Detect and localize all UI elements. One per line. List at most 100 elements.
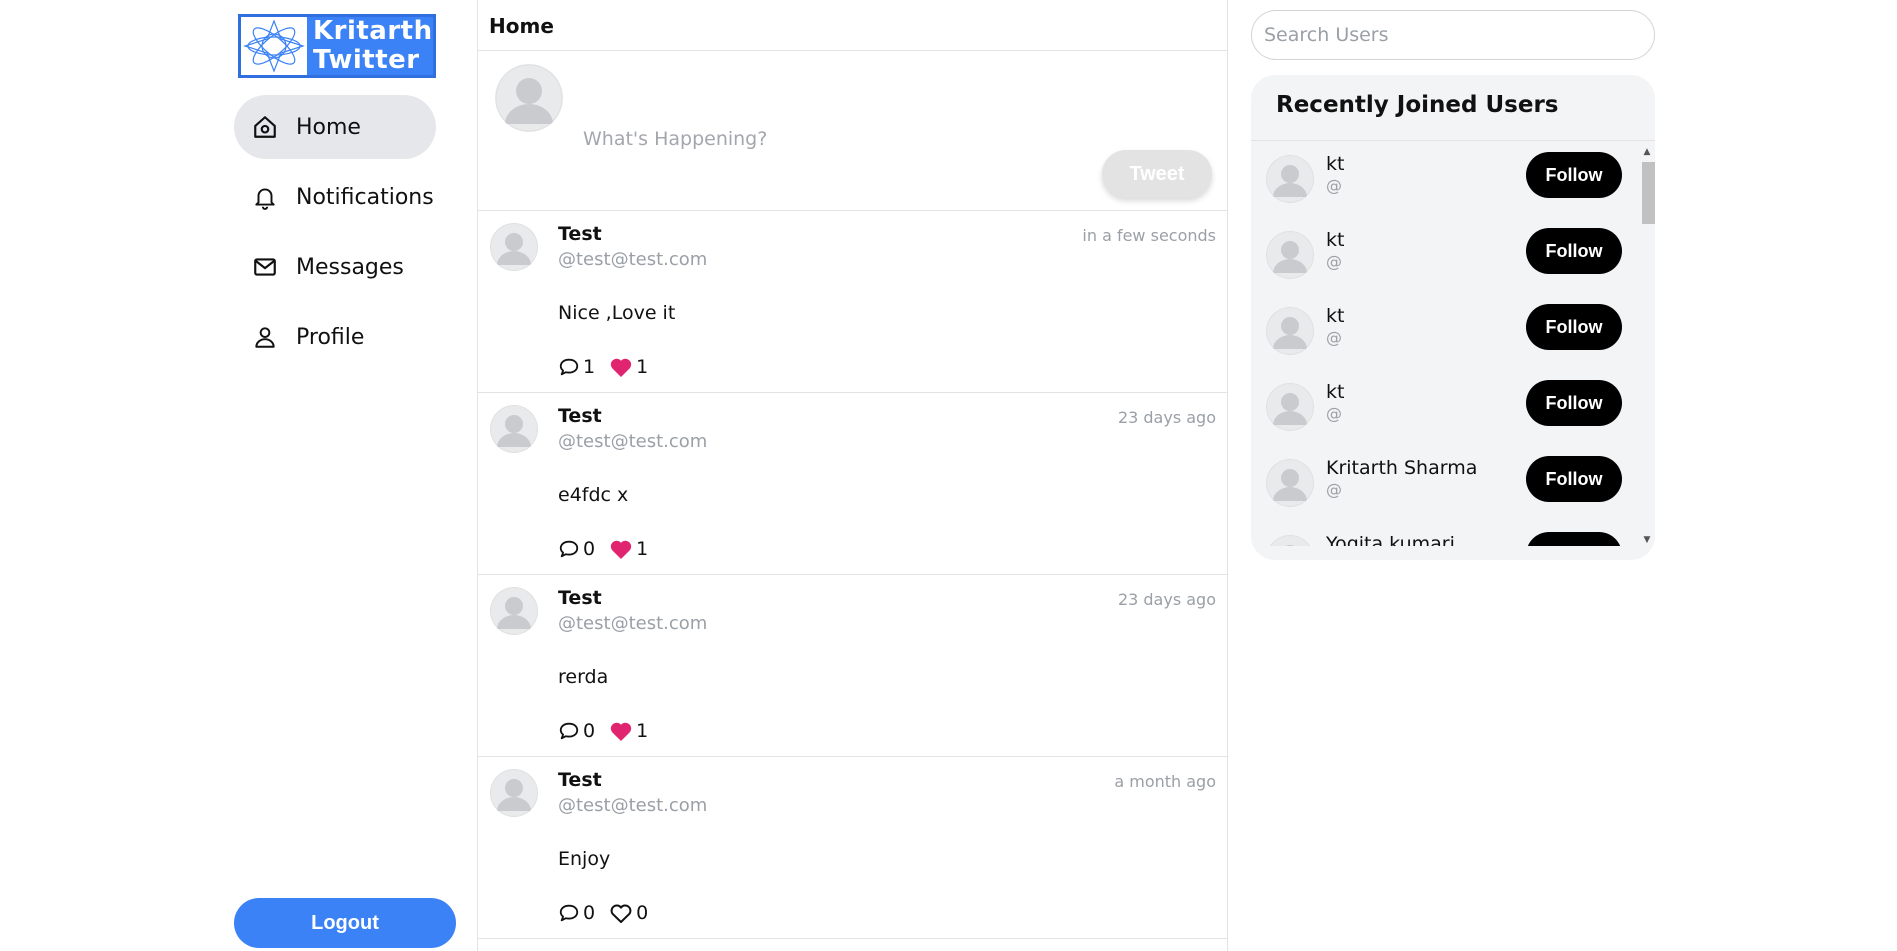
nav-item-messages[interactable]: Messages [234, 235, 436, 299]
scroll-thumb[interactable] [1642, 162, 1655, 224]
comment-icon [559, 904, 579, 922]
follow-button[interactable]: Follow [1526, 532, 1622, 546]
comment-button[interactable]: 0 [558, 538, 595, 560]
like-count: 1 [636, 720, 649, 742]
follow-button[interactable]: Follow [1526, 456, 1622, 502]
comment-icon [559, 358, 579, 376]
user-avatar [1266, 231, 1314, 279]
like-count: 1 [636, 356, 649, 378]
recent-user-row[interactable]: Yogita kumari @ Follow [1251, 521, 1635, 546]
tweet-item[interactable]: Test @test@test.com in a few seconds Nic… [478, 211, 1227, 393]
comment-icon [559, 722, 579, 740]
tweet-avatar [490, 405, 538, 453]
nav-item-notifications[interactable]: Notifications [234, 165, 436, 229]
user-avatar [1266, 307, 1314, 355]
user-handle: @ [1326, 480, 1342, 499]
logo-line-2: Twitter [313, 45, 420, 75]
tweet-text: rerda [558, 666, 609, 688]
recent-user-row[interactable]: kt @ Follow [1251, 369, 1635, 445]
user-handle: @ [1326, 404, 1342, 423]
follow-button[interactable]: Follow [1526, 380, 1622, 426]
heart-filled-icon [610, 722, 632, 741]
recent-users-panel: Recently Joined Users kt @ Follow kt @ F… [1251, 75, 1655, 560]
user-icon [250, 322, 280, 352]
nav-label-notifications: Notifications [296, 184, 434, 210]
heart-filled-icon [610, 540, 632, 559]
user-avatar [1266, 383, 1314, 431]
user-name[interactable]: kt [1326, 229, 1344, 251]
tweet-author-handle: @test@test.com [558, 795, 708, 816]
mail-icon [250, 252, 280, 282]
bell-icon [250, 182, 280, 212]
composer-avatar [495, 64, 563, 132]
nav-item-home[interactable]: Home [234, 95, 436, 159]
tweet-button[interactable]: Tweet [1102, 150, 1212, 198]
user-name[interactable]: Kritarth Sharma [1326, 457, 1477, 479]
tweet-list: Test @test@test.com in a few seconds Nic… [478, 211, 1227, 939]
user-avatar [1266, 459, 1314, 507]
user-handle: @ [1326, 328, 1342, 347]
tweet-item[interactable]: Test @test@test.com 23 days ago rerda 0 … [478, 575, 1227, 757]
tweet-composer: What's Happening? Tweet [478, 51, 1227, 211]
app-logo[interactable]: Kritarth Twitter [238, 14, 436, 78]
recent-user-row[interactable]: Kritarth Sharma @ Follow [1251, 445, 1635, 521]
tweet-timestamp: 23 days ago [1117, 590, 1216, 609]
compose-input[interactable]: What's Happening? [583, 128, 767, 150]
recent-user-row[interactable]: kt @ Follow [1251, 141, 1635, 217]
follow-button[interactable]: Follow [1526, 152, 1622, 198]
tweet-author-handle: @test@test.com [558, 249, 708, 270]
comment-button[interactable]: 1 [558, 356, 595, 378]
user-name[interactable]: kt [1326, 153, 1344, 175]
tweet-author-name[interactable]: Test [558, 587, 602, 609]
nav-label-profile: Profile [296, 324, 365, 350]
logout-button[interactable]: Logout [234, 898, 456, 948]
main-nav: Home Notifications Messages Profile [234, 95, 456, 375]
user-avatar [1266, 535, 1314, 546]
scroll-up-icon[interactable]: ▲ [1642, 147, 1652, 157]
tweet-text: e4fdc x [558, 484, 629, 506]
user-name[interactable]: kt [1326, 381, 1344, 403]
recent-users-scrollbar[interactable]: ▲ ▼ [1639, 145, 1655, 547]
tweet-item[interactable]: Test @test@test.com 23 days ago e4fdc x … [478, 393, 1227, 575]
like-button[interactable]: 1 [609, 720, 648, 742]
comment-count: 0 [583, 720, 596, 742]
user-name[interactable]: kt [1326, 305, 1344, 327]
tweet-item[interactable]: Test @test@test.com a month ago Enjoy 0 … [478, 757, 1227, 939]
tweet-avatar [490, 587, 538, 635]
tweet-avatar [490, 769, 538, 817]
recent-user-row[interactable]: kt @ Follow [1251, 293, 1635, 369]
tweet-author-name[interactable]: Test [558, 223, 602, 245]
search-placeholder: Search Users [1264, 24, 1389, 46]
user-avatar [1266, 155, 1314, 203]
like-button[interactable]: 1 [609, 356, 648, 378]
nav-item-profile[interactable]: Profile [234, 305, 436, 369]
follow-button[interactable]: Follow [1526, 228, 1622, 274]
tweet-author-name[interactable]: Test [558, 769, 602, 791]
search-input[interactable]: Search Users [1251, 10, 1655, 60]
tweet-author-handle: @test@test.com [558, 431, 708, 452]
comment-count: 0 [583, 538, 596, 560]
logo-text: Kritarth Twitter [307, 17, 433, 75]
like-count: 0 [636, 902, 649, 924]
tweet-actions: 0 1 [558, 720, 662, 742]
scroll-down-icon[interactable]: ▼ [1642, 535, 1652, 545]
tweet-actions: 0 1 [558, 538, 662, 560]
logo-mark-icon [241, 17, 307, 75]
app-root: Kritarth Twitter Home Notifications Mess… [0, 0, 1897, 951]
heart-filled-icon [610, 358, 632, 377]
follow-button[interactable]: Follow [1526, 304, 1622, 350]
like-count: 1 [636, 538, 649, 560]
like-button[interactable]: 1 [609, 538, 648, 560]
comment-button[interactable]: 0 [558, 902, 595, 924]
comment-count: 1 [583, 356, 596, 378]
user-name[interactable]: Yogita kumari [1326, 533, 1455, 546]
comment-button[interactable]: 0 [558, 720, 595, 742]
nav-label-home: Home [296, 114, 361, 140]
recent-user-row[interactable]: kt @ Follow [1251, 217, 1635, 293]
like-button[interactable]: 0 [609, 902, 648, 924]
logo-line-1: Kritarth [313, 16, 433, 46]
home-icon [250, 112, 280, 142]
left-sidebar: Kritarth Twitter Home Notifications Mess… [234, 0, 456, 951]
tweet-author-name[interactable]: Test [558, 405, 602, 427]
tweet-timestamp: a month ago [1114, 772, 1216, 791]
